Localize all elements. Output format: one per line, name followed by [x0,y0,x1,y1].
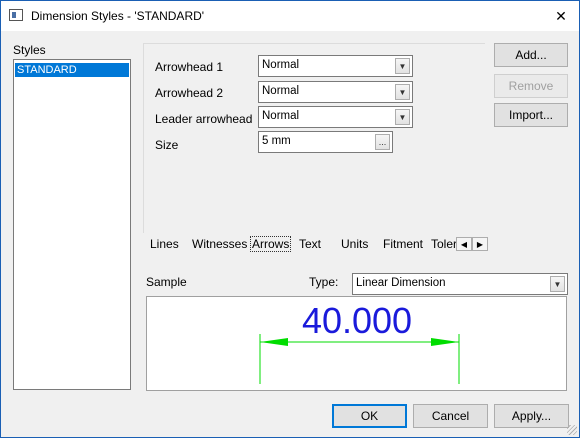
arrowhead1-label: Arrowhead 1 [155,60,224,74]
leader-arrowhead-label: Leader arrowhead [155,112,253,126]
close-button[interactable]: ✕ [543,1,579,31]
dialog-icon [9,9,23,21]
arrowhead2-label: Arrowhead 2 [155,86,224,100]
add-button[interactable]: Add... [494,43,568,67]
import-button[interactable]: Import... [494,103,568,127]
styles-label: Styles [13,43,46,57]
tab-toler[interactable]: Toler [431,237,457,251]
sample-label: Sample [146,275,187,289]
chevron-down-icon[interactable]: ▼ [550,276,565,292]
type-label: Type: [309,275,339,289]
tab-arrows[interactable]: Arrows [250,236,292,252]
chevron-down-icon[interactable]: ▼ [395,58,410,74]
arrowhead2-select[interactable]: Normal ▼ [258,81,413,103]
styles-listbox[interactable]: STANDARD [13,59,131,390]
size-value: 5 mm [262,135,291,147]
window-title: Dimension Styles - 'STANDARD' [31,9,205,23]
arrowhead2-value: Normal [262,85,300,97]
tab-witnesses[interactable]: Witnesses [192,237,247,251]
chevron-down-icon[interactable]: ▼ [395,109,410,125]
dialog-window: Dimension Styles - 'STANDARD' ✕ Styles S… [0,0,580,438]
tab-scroll-left-icon[interactable]: ◀ [456,237,472,251]
arrowhead1-value: Normal [262,59,300,71]
sample-preview: 40.000 [146,296,567,391]
arrowhead-left [260,338,288,346]
type-value: Linear Dimension [356,277,446,289]
size-field[interactable]: 5 mm ... [258,131,393,153]
arrowhead-right [431,338,459,346]
tab-text[interactable]: Text [299,237,321,251]
leader-arrowhead-select[interactable]: Normal ▼ [258,106,413,128]
tab-fitment[interactable]: Fitment [383,237,423,251]
tab-lines[interactable]: Lines [150,237,179,251]
dimension-value-text: 40.000 [302,300,412,341]
ok-button[interactable]: OK [332,404,407,428]
leader-arrowhead-value: Normal [262,110,300,122]
title-bar: Dimension Styles - 'STANDARD' ✕ [1,1,579,31]
type-select[interactable]: Linear Dimension ▼ [352,273,568,295]
remove-button[interactable]: Remove [494,74,568,98]
chevron-down-icon[interactable]: ▼ [395,84,410,100]
tab-units[interactable]: Units [341,237,368,251]
styles-list-item[interactable]: STANDARD [15,63,129,77]
size-label: Size [155,138,179,152]
tab-scroll-right-icon[interactable]: ▶ [472,237,488,251]
apply-button[interactable]: Apply... [494,404,569,428]
size-browse-button[interactable]: ... [375,134,390,150]
close-icon: ✕ [555,7,567,24]
arrowhead1-select[interactable]: Normal ▼ [258,55,413,77]
cancel-button[interactable]: Cancel [413,404,488,428]
resize-grip[interactable] [567,425,577,435]
